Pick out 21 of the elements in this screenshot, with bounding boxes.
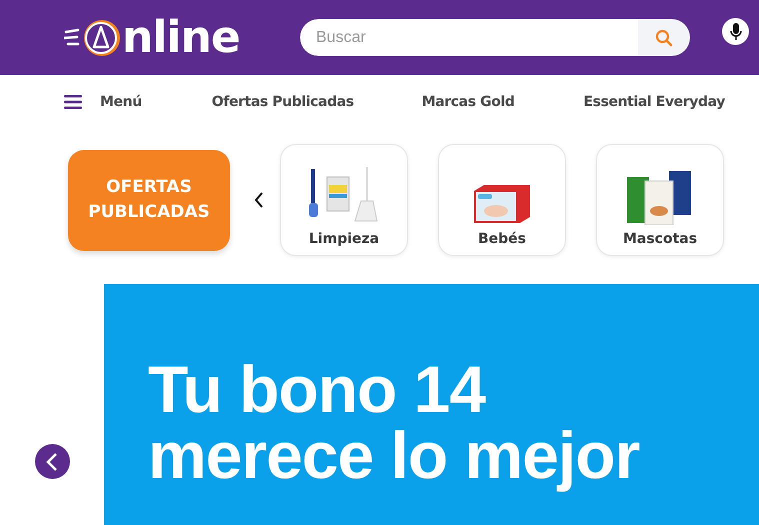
category-card[interactable]: Mascotas <box>596 144 724 256</box>
search-button[interactable] <box>638 19 690 56</box>
microphone-icon <box>730 22 742 40</box>
chevron-left-icon <box>254 192 264 208</box>
nav-link[interactable]: Marcas Gold <box>422 94 514 110</box>
search-field[interactable]: Buscar <box>300 19 638 56</box>
previous-button[interactable] <box>254 192 264 208</box>
search-icon <box>655 28 673 46</box>
category-card[interactable]: Bebés <box>438 144 566 256</box>
menu-link[interactable]: Menú <box>100 94 142 110</box>
diaper-pack-drawing <box>472 183 532 225</box>
logo-text: nline <box>122 16 240 60</box>
menu-icon[interactable] <box>64 95 82 109</box>
banner-heading: Tu bono 14 <box>148 356 487 422</box>
microphone-button[interactable] <box>722 18 749 45</box>
nav-link[interactable]: Essential Everyday <box>583 94 725 110</box>
category-card[interactable]: Limpieza <box>280 144 408 256</box>
pet-food-bags-drawing <box>627 171 693 225</box>
nav-link[interactable]: Ofertas Publicadas <box>212 94 354 110</box>
previous-slide-button[interactable] <box>34 444 70 479</box>
chevron-left-icon <box>46 452 58 472</box>
